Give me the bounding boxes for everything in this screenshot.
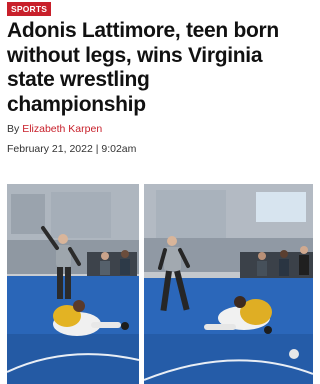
byline-prefix: By <box>7 123 20 135</box>
byline: By Elizabeth Karpen <box>7 123 102 135</box>
wrestling-photo-right <box>144 184 313 384</box>
headline-line-3: state wrestling <box>7 68 150 91</box>
headline-line-1: Adonis Lattimore, teen born <box>7 19 279 42</box>
author-link[interactable]: Elizabeth Karpen <box>22 123 102 135</box>
category-badge[interactable]: SPORTS <box>7 2 52 16</box>
article: SPORTS Adonis Lattimore, teen born witho… <box>0 0 313 384</box>
article-photo-right[interactable] <box>144 184 313 384</box>
headline-line-2: without legs, wins Virginia <box>7 43 263 67</box>
publish-date: February 21, 2022 | 9:02am <box>7 143 137 155</box>
article-photo-left[interactable] <box>7 184 139 384</box>
headline-line-4: championship <box>7 92 146 116</box>
wrestling-photo-left <box>7 184 139 384</box>
article-headline: Adonis Lattimore, teen born without legs… <box>7 19 307 117</box>
